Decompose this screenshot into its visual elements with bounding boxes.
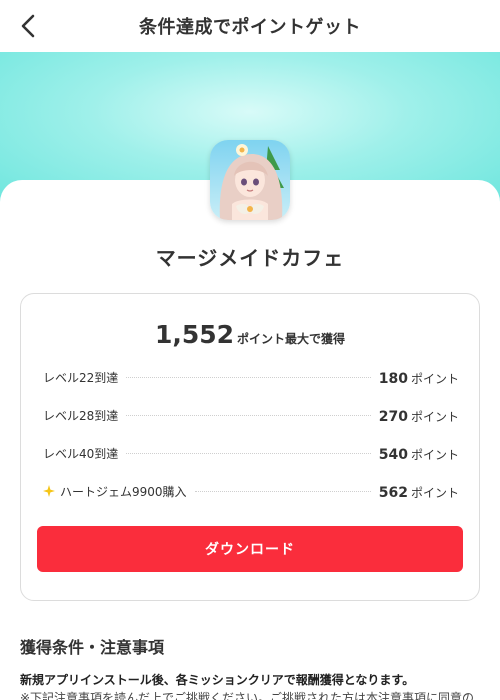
- points-unit: ポイント: [410, 371, 459, 386]
- points-unit: ポイント: [410, 409, 459, 424]
- mission-row: レベル22到達 180 ポイント: [43, 366, 459, 388]
- back-button[interactable]: [14, 12, 42, 40]
- chevron-left-icon: [21, 14, 35, 38]
- dotted-leader: [126, 414, 371, 416]
- app-icon: [210, 140, 290, 220]
- total-points: 1,552 ポイント最大で獲得: [21, 320, 479, 349]
- page-title: 条件達成でポイントゲット: [139, 17, 361, 38]
- conditions-note: ※下記注意事項を読んだ上でご挑戦ください。ご挑戦された方は本注意事項に同意の: [20, 691, 475, 700]
- conditions-bold-note: 新規アプリインストール後、各ミッションクリアで報酬獲得となります。: [20, 673, 415, 687]
- dotted-leader: [126, 452, 371, 454]
- dotted-leader: [126, 376, 371, 378]
- mission-row: レベル40到達 540 ポイント: [43, 442, 459, 464]
- mission-points: 540: [378, 446, 408, 463]
- mission-row: レベル28到達 270 ポイント: [43, 404, 459, 426]
- download-button[interactable]: ダウンロード: [37, 526, 463, 572]
- mission-row: ハートジェム9900購入 562 ポイント: [43, 480, 459, 502]
- top-bar: 条件達成でポイントゲット: [0, 0, 500, 52]
- mission-points: 562: [378, 484, 408, 501]
- mission-points: 270: [378, 408, 408, 425]
- mission-label: レベル40到達: [43, 446, 119, 461]
- dotted-leader: [194, 490, 371, 492]
- points-card: 1,552 ポイント最大で獲得 レベル22到達 180 ポイント レベル28到達 2…: [20, 293, 480, 601]
- conditions-title: 獲得条件・注意事項: [20, 638, 165, 657]
- total-points-value: 1,552: [154, 320, 235, 349]
- app-name: マージメイドカフェ: [155, 246, 345, 270]
- points-unit: ポイント: [410, 447, 459, 462]
- mission-label: レベル22到達: [43, 370, 119, 385]
- mission-label: ハートジェム9900購入: [60, 484, 187, 499]
- sparkle-icon: [43, 485, 55, 497]
- mission-label: レベル28到達: [43, 408, 119, 423]
- mission-points: 180: [378, 370, 408, 387]
- total-points-label: ポイント最大で獲得: [237, 332, 346, 346]
- points-unit: ポイント: [410, 485, 459, 500]
